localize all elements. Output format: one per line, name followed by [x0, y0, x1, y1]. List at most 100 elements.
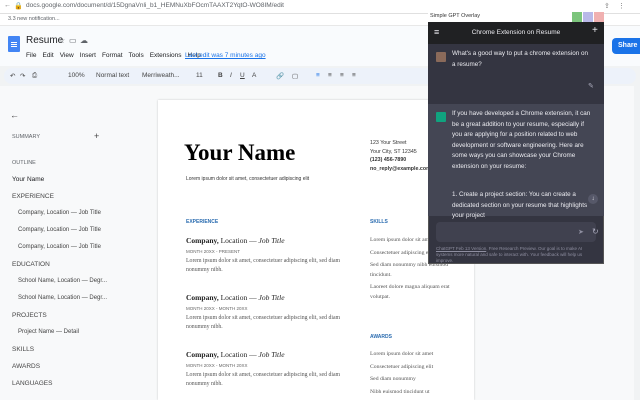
- back-arrow-icon[interactable]: ←: [10, 110, 19, 120]
- font-select[interactable]: Merriweath...: [142, 72, 180, 79]
- add-summary-icon[interactable]: +: [94, 131, 99, 141]
- award-line: Nibh euismod tincidunt ut: [370, 388, 430, 395]
- scroll-down-icon[interactable]: ↓: [588, 194, 598, 204]
- assistant-message-text: If you have developed a Chrome extension…: [452, 110, 591, 170]
- menu-view[interactable]: View: [60, 52, 74, 59]
- job-heading: Company, Location — Job Title: [186, 236, 285, 245]
- outline-item[interactable]: Company, Location — Job Title: [18, 244, 101, 250]
- overlay-close-icon[interactable]: [594, 12, 604, 22]
- award-line: Consectetuer adipiscing elit: [370, 363, 434, 370]
- job-description: Lorem ipsum dolor sit amet, consectetuer…: [186, 372, 341, 387]
- style-select[interactable]: Normal text: [96, 72, 129, 79]
- outline-item[interactable]: School Name, Location — Degr...: [18, 295, 107, 301]
- new-chat-icon[interactable]: +: [592, 25, 598, 36]
- cloud-status-icon: ☁: [80, 36, 88, 45]
- share-page-icon[interactable]: ⇪: [604, 2, 610, 10]
- link-icon[interactable]: 🔗: [276, 72, 284, 80]
- send-icon[interactable]: ➤: [578, 228, 584, 236]
- phone: (123) 456-7890: [370, 157, 407, 163]
- edit-icon[interactable]: ✎: [588, 82, 594, 90]
- menu-tools[interactable]: Tools: [129, 52, 144, 59]
- outline-item[interactable]: Project Name — Detail: [18, 329, 79, 335]
- footer-version-link[interactable]: ChatGPT Feb 13 Version: [436, 246, 486, 251]
- award-line: Sed diam nonummy: [370, 376, 416, 382]
- italic-icon[interactable]: I: [230, 72, 232, 79]
- email: no_reply@example.com: [370, 165, 431, 172]
- comment-icon[interactable]: ▢: [292, 72, 298, 80]
- outline-item[interactable]: EDUCATION: [12, 261, 50, 268]
- awards-list: Lorem ipsum dolor sit amet Consectetuer a…: [370, 350, 464, 400]
- url-text[interactable]: docs.google.com/document/d/15DgnaVnli_b1…: [26, 2, 284, 9]
- menu-format[interactable]: Format: [102, 52, 123, 59]
- outline-sidebar: ← SUMMARY + OUTLINE Your Name EXPERIENCE C…: [0, 96, 110, 400]
- user-message-text: What's a good way to put a chrome extens…: [452, 50, 588, 68]
- awards-heading: AWARDS: [370, 334, 392, 340]
- outline-item[interactable]: SKILLS: [12, 346, 34, 353]
- award-line: Lorem ipsum dolor sit amet: [370, 351, 434, 357]
- docs-logo-icon[interactable]: [8, 36, 20, 52]
- overlay-minimize-icon[interactable]: [572, 12, 582, 22]
- outline-label: OUTLINE: [12, 160, 36, 166]
- font-size-input[interactable]: 11: [196, 72, 203, 79]
- gpt-avatar: [436, 112, 446, 122]
- outline-item[interactable]: EXPERIENCE: [12, 193, 54, 200]
- undo-icon[interactable]: ↶: [10, 72, 15, 80]
- bold-icon[interactable]: B: [218, 72, 223, 79]
- menu-insert[interactable]: Insert: [80, 52, 96, 59]
- bookmark-item[interactable]: 3.3 new notification...: [8, 16, 60, 22]
- document-page[interactable]: Your Name Lorem ipsum dolor sit amet, co…: [158, 100, 474, 400]
- overlay-maximize-icon[interactable]: [583, 12, 593, 22]
- underline-icon[interactable]: U: [240, 72, 245, 79]
- user-avatar: [436, 52, 446, 62]
- last-edit-link[interactable]: Last edit was 7 minutes ago: [185, 52, 266, 59]
- address-line-2: Your City, ST 12345: [370, 148, 417, 155]
- menu-edit[interactable]: Edit: [42, 52, 53, 59]
- menu-bar: File Edit View Insert Format Tools Extensions H…: [26, 52, 201, 59]
- outline-item[interactable]: Company, Location — Job Title: [18, 227, 101, 233]
- align-right-icon[interactable]: ≡: [340, 72, 344, 79]
- outline-item[interactable]: Your Name: [12, 176, 44, 183]
- job-description: Lorem ipsum dolor sit amet, consectetuer…: [186, 258, 341, 273]
- job-dates: MONTH 20XX - MONTH 20XX: [186, 306, 248, 311]
- chat-footer: ChatGPT Feb 13 Version. Free Research Pr…: [436, 246, 596, 264]
- print-icon[interactable]: ⎙: [32, 72, 37, 80]
- skills-heading: SKILLS: [370, 219, 388, 225]
- contact-block: 123 Your Street Your City, ST 12345 (123…: [370, 139, 431, 173]
- job-dates: MONTH 20XX - MONTH 20XX: [186, 363, 248, 368]
- text-color-icon[interactable]: A: [252, 72, 256, 79]
- outline-item[interactable]: Company, Location — Job Title: [18, 210, 101, 216]
- outline-item[interactable]: School Name, Location — Degr...: [18, 278, 107, 284]
- resume-name: Your Name: [184, 140, 296, 165]
- scrollbar[interactable]: [634, 86, 640, 400]
- address-line-1: 123 Your Street: [370, 140, 407, 146]
- experience-heading: EXPERIENCE: [186, 219, 219, 225]
- outline-item[interactable]: PROJECTS: [12, 312, 47, 319]
- outline-item[interactable]: LANGUAGES: [12, 380, 52, 387]
- overlay-title: Simple GPT Overlay: [430, 13, 481, 19]
- assistant-list-item: 1. Create a project section: You can cre…: [452, 191, 588, 219]
- zoom-select[interactable]: 100%: [68, 72, 85, 79]
- job-heading: Company, Location — Job Title: [186, 293, 285, 302]
- regenerate-icon[interactable]: ↻: [592, 227, 599, 236]
- align-left-icon[interactable]: ≡: [316, 72, 320, 79]
- redo-icon[interactable]: ↷: [20, 72, 25, 80]
- align-center-icon[interactable]: ≡: [328, 72, 332, 79]
- justify-icon[interactable]: ≡: [352, 72, 356, 79]
- chat-input[interactable]: [436, 222, 596, 242]
- outline-item[interactable]: AWARDS: [12, 363, 40, 370]
- job-description: Lorem ipsum dolor sit amet, consectetuer…: [186, 315, 341, 330]
- resume-tagline: Lorem ipsum dolor sit amet, consectetuer…: [186, 176, 310, 182]
- menu-file[interactable]: File: [26, 52, 36, 59]
- job-heading: Company, Location — Job Title: [186, 350, 285, 359]
- move-folder-icon[interactable]: ▭: [69, 36, 77, 45]
- chat-title: Chrome Extension on Resume: [471, 29, 561, 36]
- summary-label: SUMMARY: [12, 134, 41, 140]
- star-icon[interactable]: ☆: [58, 36, 65, 45]
- back-icon[interactable]: ←: [4, 2, 11, 9]
- lock-icon: 🔒: [14, 3, 23, 10]
- job-dates: MONTH 20XX - PRESENT: [186, 249, 241, 254]
- skill-line: Laoreet dolore magna aliquam erat volutp…: [370, 284, 450, 300]
- menu-dots-icon[interactable]: ⋮: [618, 2, 625, 10]
- share-button[interactable]: Share: [612, 38, 640, 54]
- menu-extensions[interactable]: Extensions: [150, 52, 182, 59]
